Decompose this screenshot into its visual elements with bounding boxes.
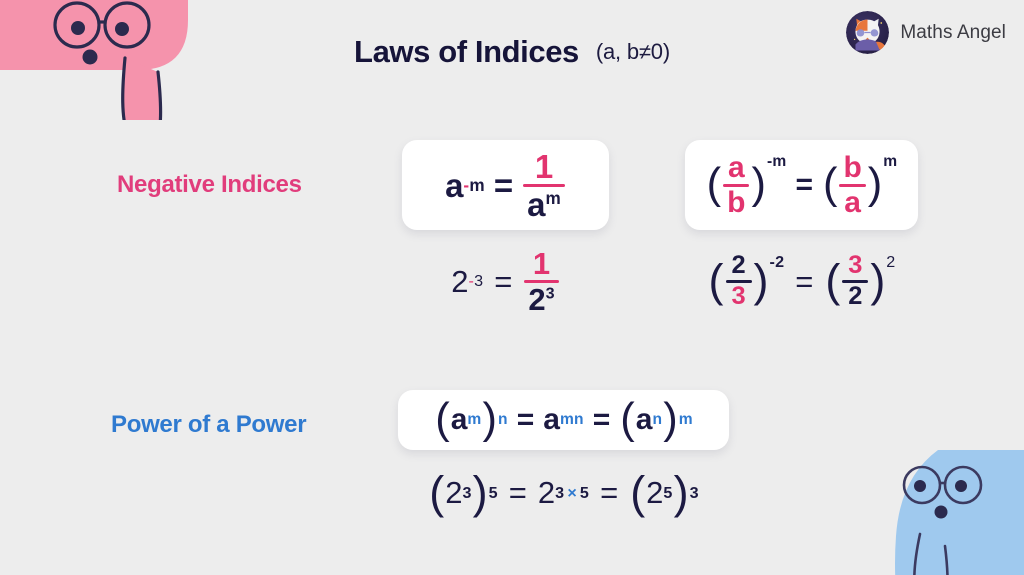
formula-base-3: a [635, 402, 653, 436]
slide-canvas: Laws of Indices (a, b≠0) Maths Angel Neg… [0, 0, 1024, 575]
fraction-numerator: 1 [532, 245, 551, 281]
example-exponent: 3 [474, 272, 484, 290]
denominator-base: a [527, 185, 546, 223]
example-power-of-power: (2 3) 5 = 2 3 × 5 = (2 5) 3 [398, 466, 729, 520]
right-exponent: m [883, 152, 898, 170]
fraction-denominator: am [523, 187, 565, 222]
exponent-left-factor: 3 [555, 483, 565, 502]
left-exponent: -m [766, 152, 787, 170]
denominator-exponent: m [545, 187, 561, 208]
fraction-denominator: a [844, 185, 861, 219]
fraction: 1 23 [524, 245, 559, 316]
open-paren-icon: ( [630, 466, 646, 518]
fraction-denominator: b [727, 185, 746, 219]
open-paren-icon: ( [435, 395, 450, 444]
brand-logo-group: Maths Angel [846, 11, 1006, 54]
right-parenthesised-fraction: ( 3 2 ) 2 [824, 252, 895, 310]
page-title: Laws of Indices [354, 34, 579, 69]
denominator-exponent: 3 [545, 284, 555, 303]
section-label-negative-indices: Negative Indices [117, 171, 302, 198]
multiplication-sign: × [567, 483, 577, 502]
formula-card-neg-fraction-flip: ( a b ) -m = ( b a ) m [685, 140, 918, 230]
equals-sign: = [795, 168, 813, 201]
fraction-numerator: 2 [731, 251, 746, 280]
open-paren-icon: ( [825, 254, 841, 306]
left-parenthesised-fraction: ( 2 3 ) -2 [708, 252, 785, 310]
example-neg-reciprocal: 2 -3 = 1 23 [402, 247, 609, 316]
fraction-denominator: 3 [731, 281, 746, 310]
fraction: 2 3 [725, 251, 752, 310]
formula-neg-fraction-flip: ( a b ) -m = ( b a ) m [706, 152, 898, 219]
example-base-1: 2 [445, 475, 463, 511]
equals-sign: = [494, 263, 513, 299]
equals-sign-2: = [592, 402, 611, 436]
section-label-power-of-a-power: Power of a Power [111, 411, 307, 438]
formula-exponent: m [469, 175, 485, 195]
fraction: 1 am [523, 149, 565, 222]
fraction-denominator: 2 [848, 281, 863, 310]
open-paren-icon: ( [620, 395, 635, 444]
example-expression: ( 2 3 ) -2 = ( 3 2 ) 2 [708, 252, 896, 310]
open-paren-icon: ( [706, 160, 722, 209]
close-paren-icon: ) [751, 160, 766, 209]
fraction-numerator: 3 [848, 251, 863, 280]
fraction: b a [839, 150, 866, 219]
formula-card-power-of-power: (a m) n = a mn = (a n) m [398, 390, 729, 450]
close-paren-icon: ) [482, 395, 497, 444]
example-base: 2 [451, 263, 469, 299]
equals-sign: = [795, 263, 814, 299]
brand-name: Maths Angel [900, 21, 1006, 43]
formula-base: a [445, 166, 464, 204]
left-parenthesised-fraction: ( a b ) -m [706, 152, 787, 219]
fraction-numerator: 1 [534, 147, 554, 185]
formula-card-neg-reciprocal: a -m = 1 am [402, 140, 609, 230]
formula-base-1: a [450, 402, 468, 436]
close-paren-icon: ) [673, 466, 689, 518]
equals-sign-1: = [516, 402, 535, 436]
fraction-numerator: a [727, 150, 745, 184]
right-parenthesised-fraction: ( b a ) m [822, 152, 897, 219]
open-paren-icon: ( [822, 160, 838, 209]
example-base-3: 2 [646, 475, 664, 511]
equals-sign-1: = [508, 475, 527, 511]
right-exponent: 2 [886, 253, 896, 272]
fraction: 3 2 [842, 251, 869, 310]
close-paren-icon: ) [870, 254, 886, 306]
example-expression: (2 3) 5 = 2 3 × 5 = (2 5) 3 [429, 466, 699, 518]
title-condition: (a, b≠0) [595, 39, 670, 64]
formula-base-2: a [543, 402, 560, 436]
exponent-right-factor: 5 [579, 483, 590, 502]
open-paren-icon: ( [708, 254, 724, 306]
close-paren-icon: ) [867, 160, 883, 209]
example-expression: 2 -3 = 1 23 [451, 247, 560, 316]
example-neg-fraction-flip: ( 2 3 ) -2 = ( 3 2 ) 2 [685, 249, 918, 313]
equals-sign-2: = [600, 475, 619, 511]
left-exponent: -2 [769, 253, 785, 272]
equals-sign: = [493, 166, 514, 204]
fraction-denominator: 23 [524, 283, 558, 316]
example-base-2: 2 [537, 475, 556, 511]
fraction: a b [723, 150, 750, 219]
close-paren-icon: ) [663, 395, 678, 444]
fraction-numerator: b [843, 150, 862, 184]
blue-blob-character-icon [864, 450, 1024, 575]
close-paren-icon: ) [753, 254, 769, 306]
formula-neg-reciprocal: a -m = 1 am [445, 149, 566, 222]
fox-mascot-logo-icon [846, 11, 890, 54]
open-paren-icon: ( [429, 466, 445, 518]
formula-power-of-power: (a m) n = a mn = (a n) m [435, 395, 693, 444]
close-paren-icon: ) [472, 466, 488, 518]
denominator-base: 2 [528, 281, 546, 317]
